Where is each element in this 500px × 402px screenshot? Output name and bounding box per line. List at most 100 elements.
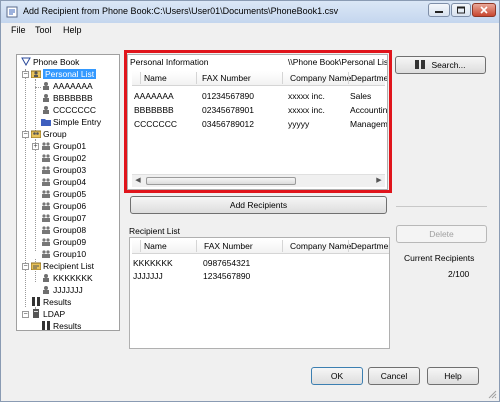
cell-fax: 0987654321 (203, 258, 251, 268)
group-users-icon (42, 214, 50, 222)
group-users-icon (42, 142, 50, 150)
close-icon (480, 6, 488, 14)
cell-name: KKKKKKK (133, 258, 173, 268)
close-button[interactable] (472, 3, 496, 17)
current-recipients-label: Current Recipients (404, 253, 475, 263)
results-icon (32, 297, 40, 306)
tree-group[interactable]: Group (31, 129, 67, 140)
search-button[interactable]: Search... (395, 56, 486, 74)
tree-ldap[interactable]: LDAP (31, 309, 65, 320)
menu-help[interactable]: Help (63, 25, 82, 35)
col-name[interactable]: Name (144, 241, 167, 251)
results-icon (42, 321, 50, 330)
help-button[interactable]: Help (427, 367, 479, 385)
group-users-icon (42, 238, 50, 246)
ok-button[interactable]: OK (311, 367, 363, 385)
cell-name: CCCCCCC (134, 119, 177, 129)
personal-horizontal-scrollbar[interactable]: ◀ ▶ (132, 174, 385, 187)
menu-tool[interactable]: Tool (35, 25, 52, 35)
tree-phone-book[interactable]: Phone Book (21, 57, 79, 68)
tree-group-item[interactable]: Group06 (41, 201, 86, 212)
tree-personal-list[interactable]: Personal List (31, 69, 97, 80)
scrollbar-thumb[interactable] (146, 177, 296, 185)
tree-personal-entry[interactable]: CCCCCCC (41, 105, 96, 116)
window-title: Add Recipient from Phone Book:C:\Users\U… (23, 6, 339, 16)
col-department[interactable]: Departmen (351, 241, 389, 251)
tree-personal-entry[interactable]: BBBBBBB (41, 93, 93, 104)
personal-list-icon (31, 70, 41, 78)
group-users-icon (42, 250, 50, 258)
menu-bar: File Tool Help (1, 23, 499, 39)
col-company-name[interactable]: Company Name (290, 73, 351, 83)
group-users-icon (42, 178, 50, 186)
search-binoculars-icon (415, 60, 426, 69)
tree-group-item[interactable]: Group10 (41, 249, 86, 260)
col-department[interactable]: Departmen (351, 73, 387, 83)
phone-book-app-icon (6, 6, 18, 18)
tree-group-item[interactable]: Group02 (41, 153, 86, 164)
cell-company: xxxxx inc. (288, 91, 325, 101)
personal-list-expander[interactable]: − (22, 71, 29, 78)
tree-group-item[interactable]: Group03 (41, 165, 86, 176)
tree-ldap-results[interactable]: Results (41, 321, 81, 330)
tree-group-item[interactable]: Group09 (41, 237, 86, 248)
tree-group-item[interactable]: Group05 (41, 189, 86, 200)
col-fax-number[interactable]: FAX Number (204, 241, 253, 251)
maximize-icon (457, 6, 465, 14)
personal-information-panel: Personal Information \\Phone Book\Person… (127, 54, 388, 190)
delete-button[interactable]: Delete (396, 225, 487, 243)
ldap-expander[interactable]: − (22, 311, 29, 318)
ldap-server-icon (33, 309, 39, 318)
cell-department: Sales (350, 91, 372, 101)
tree-simple-entry[interactable]: Simple Entry (41, 117, 101, 128)
group-expander[interactable]: − (22, 131, 29, 138)
tree-personal-entry[interactable]: AAAAAAA (35, 81, 93, 92)
cell-company: yyyyy (288, 119, 310, 129)
tree-group-item[interactable]: Group08 (41, 225, 86, 236)
cell-fax: 03456789012 (202, 119, 255, 129)
group-users-icon (42, 226, 50, 234)
current-recipients-count: 2/100 (448, 269, 470, 279)
phone-book-tree[interactable]: Phone Book − Personal List AAAAAAA BBBBB… (16, 54, 120, 331)
person-icon (43, 94, 49, 102)
tree-group-item[interactable]: Group01 (41, 141, 86, 152)
personal-info-heading: Personal Information (130, 57, 209, 67)
title-bar[interactable]: Add Recipient from Phone Book:C:\Users\U… (1, 1, 499, 24)
personal-info-path: \\Phone Book\Personal List (288, 57, 388, 67)
scroll-left-icon[interactable]: ◀ (132, 175, 144, 187)
tree-recipient-entry[interactable]: KKKKKKK (41, 273, 93, 284)
person-icon (43, 274, 49, 282)
recipient-grid-header: Name FAX Number Company Name Departmen (132, 239, 389, 254)
cell-company: xxxxx inc. (288, 105, 325, 115)
person-icon (43, 106, 49, 114)
tree-recipient-entry[interactable]: JJJJJJJ (41, 285, 83, 296)
cell-fax: 01234567890 (202, 91, 255, 101)
col-company-name[interactable]: Company Name (290, 241, 351, 251)
minimize-button[interactable] (428, 3, 450, 17)
col-fax-number[interactable]: FAX Number (202, 73, 251, 83)
cell-fax: 02345678901 (202, 105, 255, 115)
recipient-list-heading: Recipient List (129, 226, 181, 236)
group-users-icon (42, 154, 50, 162)
resize-grip-icon[interactable] (487, 389, 497, 399)
cell-name: AAAAAAA (134, 91, 174, 101)
tree-recipient-list[interactable]: Recipient List (31, 261, 94, 272)
scroll-right-icon[interactable]: ▶ (373, 175, 385, 187)
cell-name: JJJJJJJ (133, 271, 163, 281)
menu-file[interactable]: File (11, 25, 26, 35)
recipient-list-expander[interactable]: − (22, 263, 29, 270)
cell-name: BBBBBBB (134, 105, 174, 115)
add-recipients-button[interactable]: Add Recipients (130, 196, 387, 214)
personal-grid-header: Name FAX Number Company Name Departmen (132, 71, 387, 86)
tree-group-item[interactable]: Group07 (41, 213, 86, 224)
tree-results[interactable]: Results (31, 297, 71, 308)
cancel-button[interactable]: Cancel (368, 367, 420, 385)
person-icon (43, 82, 49, 90)
tree-group-item[interactable]: Group04 (41, 177, 86, 188)
cell-department: Accounting (350, 105, 388, 115)
col-name[interactable]: Name (144, 73, 167, 83)
separator (396, 206, 487, 207)
maximize-button[interactable] (451, 3, 471, 17)
group01-expander[interactable]: + (32, 143, 39, 150)
group-users-icon (42, 166, 50, 174)
